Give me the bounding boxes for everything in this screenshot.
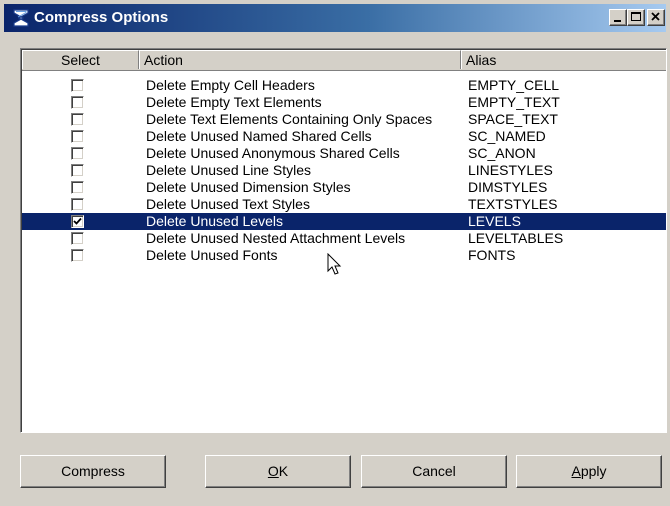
ok-label-rest: K	[278, 463, 289, 479]
checkmark-icon	[73, 217, 82, 225]
ok-mnemonic: O	[267, 463, 279, 479]
column-header-action[interactable]: Action	[139, 50, 461, 69]
select-checkbox[interactable]	[71, 96, 84, 109]
minimize-button[interactable]	[609, 9, 627, 26]
table-row[interactable]: Delete Empty Text Elements EMPTY_TEXT	[22, 94, 666, 111]
compress-options-list[interactable]: Select Action Alias Delete Empty Cell He…	[20, 48, 667, 433]
close-button[interactable]	[647, 9, 665, 26]
action-cell: Delete Unused Anonymous Shared Cells	[146, 145, 400, 161]
action-cell: Delete Unused Line Styles	[146, 162, 311, 178]
select-checkbox[interactable]	[71, 130, 84, 143]
maximize-button[interactable]	[627, 9, 645, 26]
table-row[interactable]: Delete Unused Text Styles TEXTSTYLES	[22, 196, 666, 213]
select-checkbox[interactable]	[71, 164, 84, 177]
title-bar[interactable]: Compress Options	[4, 4, 666, 32]
alias-cell: EMPTY_TEXT	[468, 94, 560, 110]
select-checkbox[interactable]	[71, 249, 84, 262]
compress-button[interactable]: Compress	[20, 455, 166, 488]
alias-cell: TEXTSTYLES	[468, 196, 558, 212]
select-checkbox[interactable]	[71, 215, 84, 228]
ok-button[interactable]: OK	[205, 455, 351, 488]
table-row[interactable]: Delete Unused Line Styles LINESTYLES	[22, 162, 666, 179]
select-checkbox[interactable]	[71, 113, 84, 126]
select-checkbox[interactable]	[71, 232, 84, 245]
alias-cell: LEVELTABLES	[468, 230, 564, 246]
action-cell: Delete Unused Text Styles	[146, 196, 310, 212]
alias-cell: FONTS	[468, 247, 516, 263]
table-row[interactable]: Delete Text Elements Containing Only Spa…	[22, 111, 666, 128]
column-header-select[interactable]: Select	[22, 50, 139, 69]
app-logo-icon	[13, 9, 29, 27]
table-row[interactable]: Delete Unused Fonts FONTS	[22, 247, 666, 264]
column-header-alias[interactable]: Alias	[461, 50, 666, 69]
alias-cell: LINESTYLES	[468, 162, 553, 178]
action-cell: Delete Unused Fonts	[146, 247, 278, 263]
action-cell: Delete Unused Levels	[146, 213, 283, 229]
alias-cell: EMPTY_CELL	[468, 77, 560, 93]
select-checkbox[interactable]	[71, 198, 84, 211]
alias-cell: LEVELS	[468, 213, 521, 229]
action-cell: Delete Unused Nested Attachment Levels	[146, 230, 406, 246]
table-row[interactable]: Delete Unused Levels LEVELS	[22, 213, 666, 230]
alias-cell: DIMSTYLES	[468, 179, 548, 195]
table-row[interactable]: Delete Unused Anonymous Shared Cells SC_A…	[22, 145, 666, 162]
table-row[interactable]: Delete Unused Nested Attachment Levels LE…	[22, 230, 666, 247]
select-checkbox[interactable]	[71, 79, 84, 92]
mouse-pointer-icon	[327, 253, 342, 275]
alias-cell: SC_ANON	[468, 145, 536, 161]
action-cell: Delete Unused Named Shared Cells	[146, 128, 372, 144]
alias-cell: SC_NAMED	[468, 128, 546, 144]
close-icon	[651, 12, 660, 21]
action-cell: Delete Unused Dimension Styles	[146, 179, 351, 195]
select-checkbox[interactable]	[71, 147, 84, 160]
minimize-icon	[614, 20, 621, 22]
action-cell: Delete Empty Cell Headers	[146, 77, 315, 93]
maximize-icon	[631, 12, 641, 21]
action-cell: Delete Text Elements Containing Only Spa…	[146, 111, 433, 127]
alias-cell: SPACE_TEXT	[468, 111, 558, 127]
table-row[interactable]: Delete Unused Dimension Styles DIMSTYLES	[22, 179, 666, 196]
select-checkbox[interactable]	[71, 181, 84, 194]
table-row[interactable]: Delete Empty Cell Headers EMPTY_CELL	[22, 77, 666, 94]
compress-options-dialog: Compress Options Select Action Alias Del…	[0, 0, 670, 506]
cancel-button[interactable]: Cancel	[361, 455, 507, 488]
apply-label-rest: pply	[580, 463, 607, 479]
apply-mnemonic: A	[571, 463, 581, 479]
window-title: Compress Options	[34, 9, 169, 26]
list-header: Select Action Alias	[22, 50, 666, 71]
action-cell: Delete Empty Text Elements	[146, 94, 322, 110]
table-row[interactable]: Delete Unused Named Shared Cells SC_NAMED	[22, 128, 666, 145]
apply-button[interactable]: Apply	[516, 455, 662, 488]
